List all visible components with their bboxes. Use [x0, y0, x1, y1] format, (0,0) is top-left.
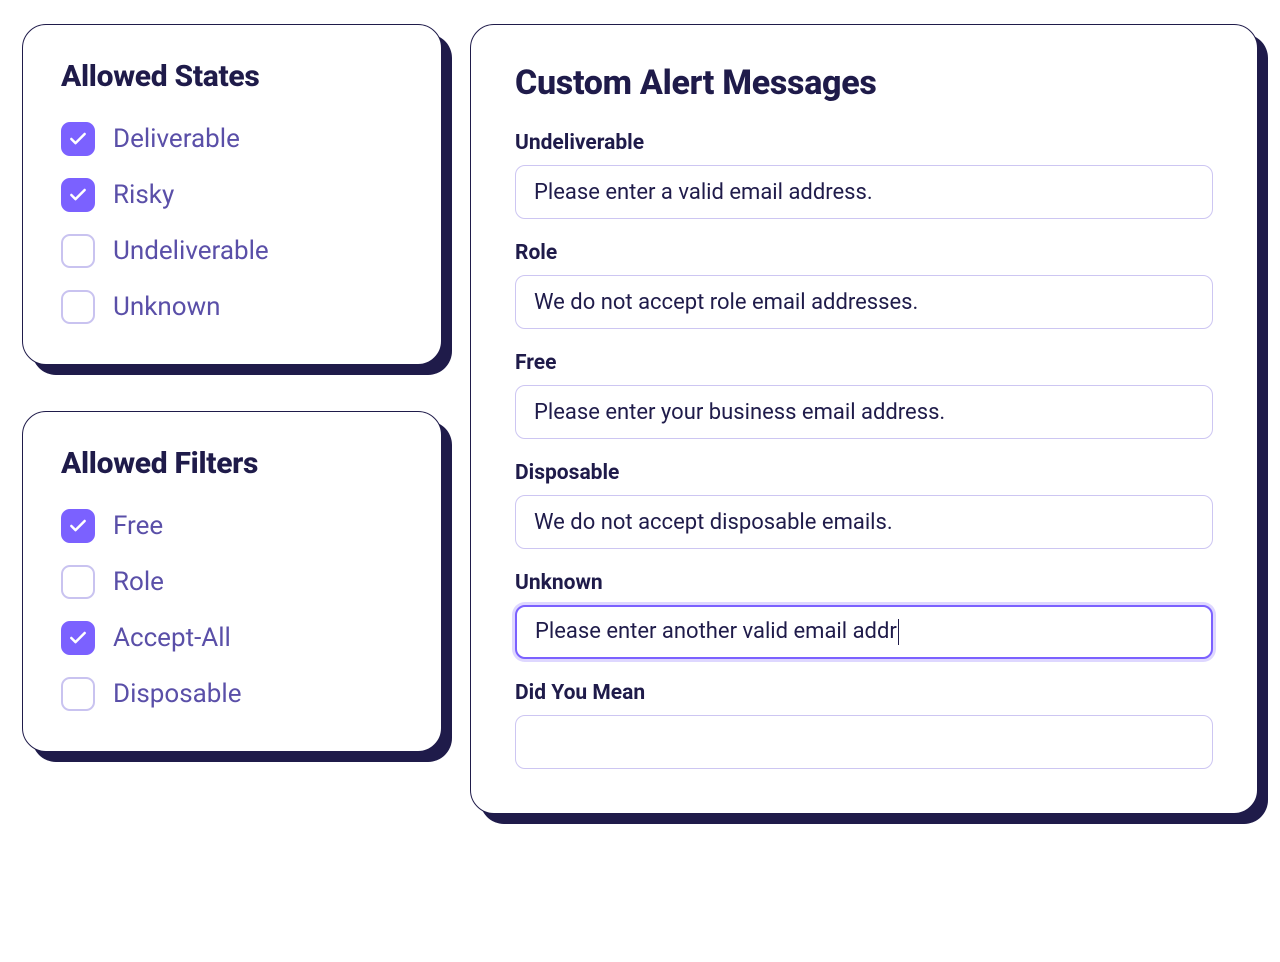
input-disposable[interactable] — [515, 495, 1213, 549]
field-label-role: Role — [515, 241, 1213, 265]
filter-disposable[interactable]: Disposable — [61, 677, 403, 711]
field-label-did-you-mean: Did You Mean — [515, 681, 1213, 705]
state-risky[interactable]: Risky — [61, 178, 403, 212]
checkbox-disposable[interactable] — [61, 677, 95, 711]
allowed-states-title: Allowed States — [61, 59, 403, 94]
filter-label: Role — [113, 567, 164, 597]
checkbox-deliverable[interactable] — [61, 122, 95, 156]
allowed-filters-list: Free Role Accept-All — [61, 509, 403, 711]
check-icon — [68, 129, 88, 149]
checkbox-undeliverable[interactable] — [61, 234, 95, 268]
text-caret — [898, 619, 899, 645]
checkbox-risky[interactable] — [61, 178, 95, 212]
allowed-filters-card: Allowed Filters Free Role — [22, 411, 442, 752]
filter-label: Accept-All — [113, 623, 231, 653]
field-undeliverable: Undeliverable — [515, 131, 1213, 219]
input-free[interactable] — [515, 385, 1213, 439]
checkbox-unknown[interactable] — [61, 290, 95, 324]
input-undeliverable[interactable] — [515, 165, 1213, 219]
input-role[interactable] — [515, 275, 1213, 329]
input-did-you-mean[interactable] — [515, 715, 1213, 769]
check-icon — [68, 185, 88, 205]
state-label: Risky — [113, 180, 174, 210]
field-label-free: Free — [515, 351, 1213, 375]
field-did-you-mean: Did You Mean — [515, 681, 1213, 769]
check-icon — [68, 516, 88, 536]
field-label-disposable: Disposable — [515, 461, 1213, 485]
field-label-undeliverable: Undeliverable — [515, 131, 1213, 155]
state-deliverable[interactable]: Deliverable — [61, 122, 403, 156]
filter-label: Disposable — [113, 679, 242, 709]
filter-accept-all[interactable]: Accept-All — [61, 621, 403, 655]
field-label-unknown: Unknown — [515, 571, 1213, 595]
filter-free[interactable]: Free — [61, 509, 403, 543]
input-unknown[interactable]: Please enter another valid email addr — [515, 605, 1213, 659]
checkbox-accept-all[interactable] — [61, 621, 95, 655]
allowed-states-list: Deliverable Risky Undeliverable — [61, 122, 403, 324]
field-free: Free — [515, 351, 1213, 439]
state-label: Unknown — [113, 292, 220, 322]
field-unknown: Unknown Please enter another valid email… — [515, 571, 1213, 659]
custom-alerts-title: Custom Alert Messages — [515, 63, 1213, 103]
state-undeliverable[interactable]: Undeliverable — [61, 234, 403, 268]
checkbox-free[interactable] — [61, 509, 95, 543]
allowed-filters-title: Allowed Filters — [61, 446, 403, 481]
field-disposable: Disposable — [515, 461, 1213, 549]
checkbox-role[interactable] — [61, 565, 95, 599]
field-role: Role — [515, 241, 1213, 329]
filter-role[interactable]: Role — [61, 565, 403, 599]
state-unknown[interactable]: Unknown — [61, 290, 403, 324]
state-label: Undeliverable — [113, 236, 269, 266]
state-label: Deliverable — [113, 124, 240, 154]
custom-alerts-card: Custom Alert Messages Undeliverable Role… — [470, 24, 1258, 814]
allowed-states-card: Allowed States Deliverable Risky — [22, 24, 442, 365]
filter-label: Free — [113, 511, 163, 541]
check-icon — [68, 628, 88, 648]
